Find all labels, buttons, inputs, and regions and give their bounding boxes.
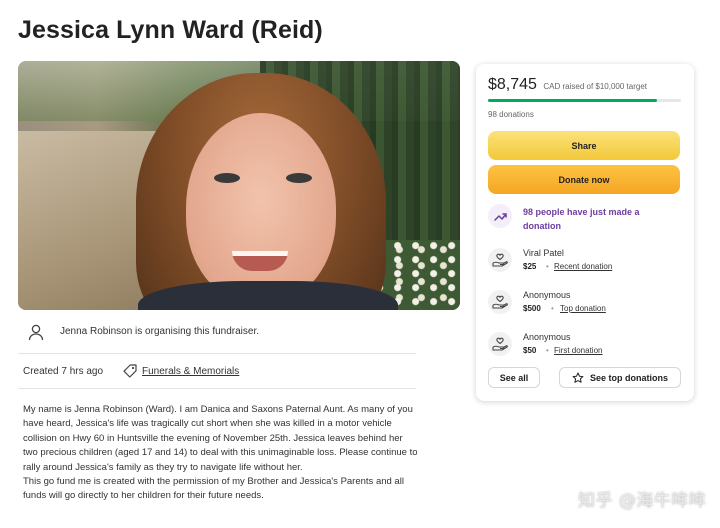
donor-amount: $25 (523, 262, 537, 271)
donor-name: Anonymous (523, 290, 571, 300)
page-title: Jessica Lynn Ward (Reid) (18, 16, 323, 44)
fundraiser-story: My name is Jenna Robinson (Ward). I am D… (23, 403, 418, 504)
donation-count: 98 donations (488, 110, 534, 119)
story-paragraph: This go fund me is created with the perm… (23, 476, 404, 502)
see-all-button[interactable]: See all (488, 367, 540, 388)
watermark: 知乎 @海牛哞哞 (578, 491, 707, 511)
donate-button[interactable]: Donate now (488, 165, 680, 194)
organiser-row: Jenna Robinson is organising this fundra… (18, 314, 416, 354)
category-link[interactable]: Funerals & Memorials (142, 366, 239, 377)
created-time: Created 7 hrs ago (23, 366, 104, 377)
amount-raised: $8,745 CAD raised of $10,000 target (488, 76, 647, 94)
tag-icon (122, 363, 138, 379)
activity-text: 98 people have just made a donation (523, 207, 640, 231)
donation-kind-link[interactable]: First donation (554, 346, 602, 355)
see-top-label: See top donations (589, 372, 668, 383)
donor-amount: $50 (523, 346, 537, 355)
raised-target-text: CAD raised of $10,000 target (543, 82, 648, 91)
fundraiser-meta: Created 7 hrs ago Funerals & Memorials (18, 356, 416, 389)
organiser-text: Jenna Robinson is organising this fundra… (60, 326, 260, 337)
donor-item: Anonymous $50 • First donation (488, 332, 678, 362)
donor-name: Anonymous (523, 332, 571, 342)
donation-kind-link[interactable]: Recent donation (554, 262, 612, 271)
donation-card: $8,745 CAD raised of $10,000 target 98 d… (476, 64, 694, 401)
raised-amount: $8,745 (488, 76, 537, 93)
donation-kind-link[interactable]: Top donation (560, 304, 606, 313)
donor-item: Anonymous $500 • Top donation (488, 290, 678, 320)
story-paragraph: My name is Jenna Robinson (Ward). I am D… (23, 404, 418, 473)
progress-fill (488, 99, 657, 102)
progress-bar (488, 99, 681, 102)
donor-item: Viral Patel $25 • Recent donation (488, 248, 678, 278)
see-top-donations-button[interactable]: See top donations (559, 367, 681, 388)
star-icon (572, 372, 584, 383)
donation-hands-icon (488, 248, 512, 272)
person-icon (26, 322, 46, 342)
donor-amount: $500 (523, 304, 541, 313)
fundraiser-photo (18, 61, 460, 310)
trend-up-icon (488, 204, 512, 228)
donor-name: Viral Patel (523, 248, 564, 258)
donation-hands-icon (488, 332, 512, 356)
share-button[interactable]: Share (488, 131, 680, 160)
donation-hands-icon (488, 290, 512, 314)
